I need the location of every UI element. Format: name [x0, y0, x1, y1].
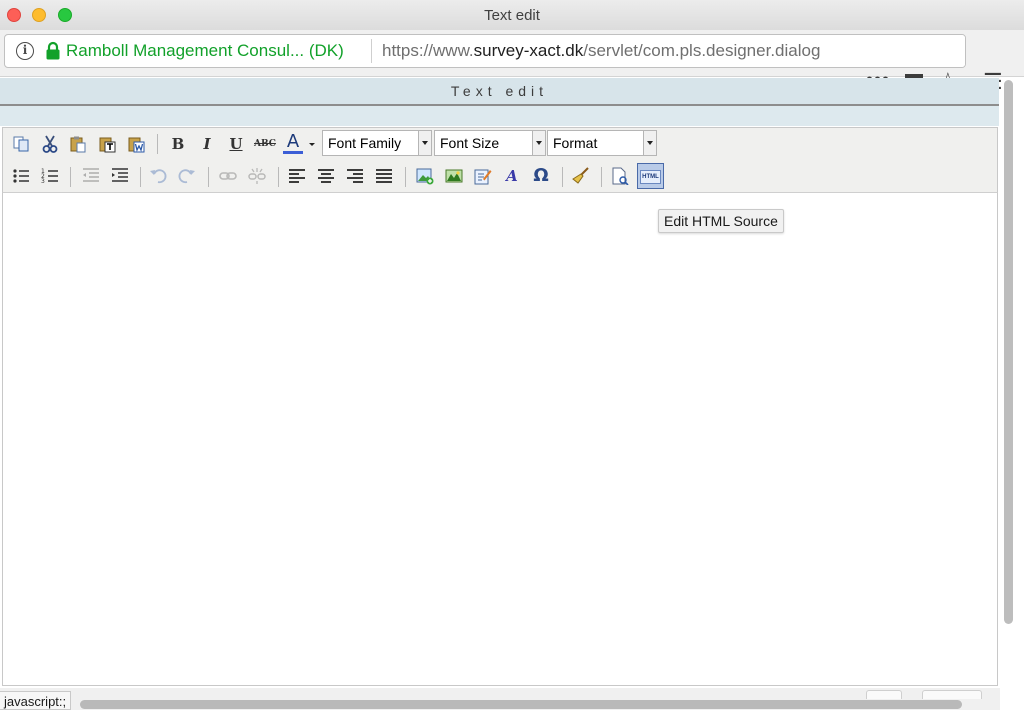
- toolbar-separator: [562, 167, 563, 187]
- align-left-icon: [289, 169, 305, 183]
- vertical-scrollbar[interactable]: [1002, 78, 1014, 626]
- address-bar[interactable]: i Ramboll Management Consul... (DK) http…: [4, 34, 966, 68]
- numbered-list-icon: 123: [41, 168, 58, 185]
- paste-word-button[interactable]: [125, 133, 147, 155]
- bullet-list-icon: [13, 169, 29, 183]
- toolbar-separator: [405, 167, 406, 187]
- format-value: Format: [553, 135, 598, 151]
- font-size-select[interactable]: Font Size: [434, 130, 546, 156]
- insert-image-button[interactable]: [414, 165, 436, 187]
- unlink-button[interactable]: [246, 165, 268, 187]
- info-icon[interactable]: i: [16, 42, 34, 60]
- underline-button[interactable]: U: [225, 133, 247, 155]
- cut-button[interactable]: [39, 133, 61, 155]
- styleprops-button[interactable]: A: [501, 165, 523, 187]
- numbered-list-button[interactable]: 123: [39, 165, 61, 187]
- url-domain: survey-xact.dk: [473, 41, 584, 60]
- toolbar-separator: [208, 167, 209, 187]
- editor-content-area[interactable]: [2, 193, 998, 686]
- paste-text-icon: [99, 137, 116, 153]
- dialog-header-band: [0, 106, 999, 126]
- picture-icon: [445, 169, 463, 183]
- horizontal-scrollbar-thumb[interactable]: [80, 700, 962, 709]
- chevron-down-icon[interactable]: [643, 131, 656, 155]
- cleanup-button[interactable]: [570, 165, 592, 187]
- toolbar-separator: [278, 167, 279, 187]
- navigation-bar: i Ramboll Management Consul... (DK) http…: [0, 30, 1024, 93]
- undo-icon: [150, 169, 167, 184]
- justify-button[interactable]: [373, 165, 395, 187]
- dialog-title: Text edit: [450, 83, 549, 99]
- link-icon: [219, 172, 237, 180]
- copy-button[interactable]: [10, 133, 32, 155]
- edit-document-icon: [474, 169, 492, 185]
- align-center-button[interactable]: [315, 165, 337, 187]
- url-fade: [915, 35, 965, 67]
- align-justify-icon: [376, 169, 392, 183]
- text-color-dropdown[interactable]: [306, 133, 318, 155]
- site-identity[interactable]: Ramboll Management Consul... (DK): [66, 41, 344, 61]
- paste-word-icon: [128, 137, 145, 153]
- vertical-scrollbar-thumb[interactable]: [1004, 80, 1013, 624]
- toolbar-separator: [70, 167, 71, 187]
- broom-icon: [572, 167, 589, 184]
- indent-icon: [112, 168, 128, 182]
- dialog-header: Text edit: [0, 78, 999, 106]
- align-right-icon: [347, 169, 363, 183]
- font-family-select[interactable]: Font Family: [322, 130, 432, 156]
- chevron-down-icon[interactable]: [418, 131, 431, 155]
- bullet-list-button[interactable]: [10, 165, 32, 187]
- svg-text:3: 3: [41, 178, 45, 185]
- window-title: Text edit: [484, 7, 540, 24]
- chevron-down-icon: [309, 143, 315, 146]
- chevron-down-icon[interactable]: [532, 131, 545, 155]
- italic-button[interactable]: I: [196, 133, 218, 155]
- toolbar-separator: [601, 167, 602, 187]
- toolbar-separator: [140, 167, 141, 187]
- url-text[interactable]: https://www.survey-xact.dk/servlet/com.p…: [382, 41, 820, 61]
- image-icon: [416, 168, 434, 185]
- font-size-value: Font Size: [440, 135, 500, 151]
- copy-icon: [13, 136, 29, 152]
- outdent-button[interactable]: [80, 165, 102, 187]
- clipboard-icon: [70, 136, 86, 153]
- edit-html-source-button[interactable]: HTML: [637, 163, 664, 189]
- font-family-value: Font Family: [328, 135, 402, 151]
- document-preview-icon: [612, 167, 629, 185]
- insert-media-button[interactable]: [443, 165, 465, 187]
- redo-icon: [178, 169, 195, 184]
- window-titlebar: Text edit: [0, 0, 1024, 31]
- align-left-button[interactable]: [286, 165, 308, 187]
- text-color-button[interactable]: A: [283, 132, 303, 154]
- redo-button[interactable]: [176, 165, 198, 187]
- url-path: /servlet/com.pls.designer.dialog: [583, 41, 821, 60]
- status-bar: javascript:;: [0, 691, 72, 710]
- align-center-icon: [318, 169, 334, 183]
- styleprops-icon: A: [506, 167, 518, 185]
- align-right-button[interactable]: [344, 165, 366, 187]
- tooltip: Edit HTML Source: [658, 209, 784, 233]
- html-icon: HTML: [640, 169, 661, 184]
- footer-button[interactable]: [866, 690, 902, 699]
- undo-button[interactable]: [147, 165, 169, 187]
- paste-button[interactable]: [67, 133, 89, 155]
- url-separator: [371, 39, 372, 63]
- preview-button[interactable]: [609, 165, 631, 187]
- edit-image-button[interactable]: [472, 165, 494, 187]
- format-select[interactable]: Format: [547, 130, 657, 156]
- indent-button[interactable]: [109, 165, 131, 187]
- unlink-icon: [248, 168, 266, 184]
- strikethrough-button[interactable]: ABC: [254, 133, 276, 155]
- scissors-icon: [42, 135, 58, 153]
- lock-icon[interactable]: [45, 41, 61, 61]
- url-prefix: https://www.: [382, 41, 474, 60]
- insert-link-button[interactable]: [217, 165, 239, 187]
- editor-toolbar: B I U ABC A Font Family Font Size Format…: [2, 127, 998, 193]
- paste-text-button[interactable]: [96, 133, 118, 155]
- bold-button[interactable]: B: [167, 133, 189, 155]
- outdent-icon: [83, 168, 99, 182]
- special-character-button[interactable]: Ω: [530, 165, 552, 187]
- toolbar-separator: [157, 134, 158, 154]
- footer-button[interactable]: [922, 690, 982, 699]
